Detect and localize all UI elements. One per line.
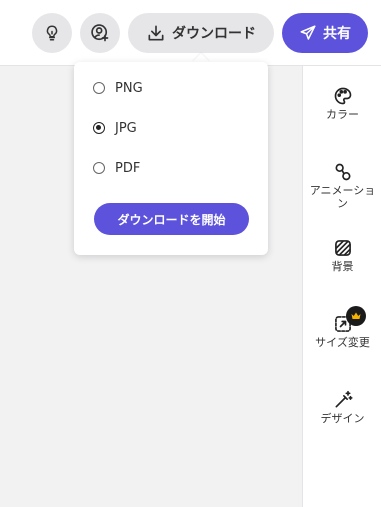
send-icon [300, 25, 316, 40]
premium-badge [346, 306, 366, 326]
crown-icon [351, 312, 361, 319]
ideas-button[interactable] [32, 13, 72, 53]
palette-icon [334, 87, 351, 105]
sidebar-item-label: デザイン [320, 412, 365, 425]
download-format-menu: PNG JPG PDF ダウンロードを開始 [74, 62, 268, 255]
background-icon [334, 240, 351, 256]
animation-icon [335, 163, 350, 181]
format-option-jpg[interactable]: JPG [93, 117, 137, 139]
format-option-label: JPG [115, 120, 137, 136]
format-option-png[interactable]: PNG [93, 77, 143, 99]
share-button[interactable]: 共有 [282, 13, 368, 53]
download-button-label: ダウンロード [172, 26, 256, 42]
download-icon [148, 25, 164, 41]
format-option-pdf[interactable]: PDF [93, 157, 140, 179]
magic-wand-icon [335, 390, 353, 408]
sidebar-item-animation[interactable]: アニメーション [303, 162, 381, 210]
sidebar-item-background[interactable]: 背景 [303, 238, 381, 273]
sidebar-item-design[interactable]: デザイン [303, 390, 381, 425]
download-button[interactable]: ダウンロード [128, 13, 274, 53]
sidebar-item-color[interactable]: カラー [303, 86, 381, 121]
sidebar-item-label: サイズ変更 [315, 336, 370, 349]
sidebar-item-resize[interactable]: サイズ変更 [303, 306, 381, 349]
right-sidebar: カラー アニメーション 背景 サイズ変更 デザイン [302, 66, 381, 507]
radio-checked-icon[interactable] [93, 122, 105, 134]
lightbulb-icon [46, 25, 58, 41]
radio-unchecked-icon[interactable] [93, 82, 105, 94]
start-download-button[interactable]: ダウンロードを開始 [94, 203, 249, 235]
format-option-label: PDF [115, 160, 141, 176]
sidebar-item-label: アニメーション [309, 184, 376, 210]
radio-unchecked-icon[interactable] [93, 162, 105, 174]
top-toolbar: ダウンロード 共有 [0, 0, 381, 66]
sidebar-item-label: カラー [326, 108, 359, 121]
sidebar-item-label: 背景 [331, 260, 354, 273]
add-collaborator-button[interactable] [80, 13, 120, 53]
add-user-icon [91, 24, 109, 42]
format-option-label: PNG [115, 80, 143, 96]
share-button-label: 共有 [323, 26, 351, 42]
